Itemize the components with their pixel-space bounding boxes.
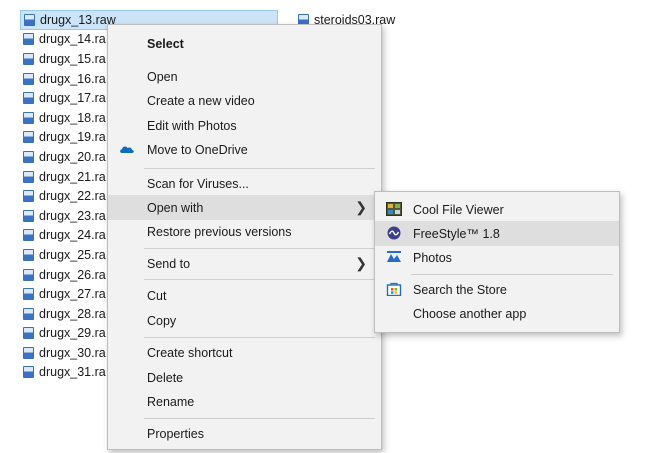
menu-item-label: Properties	[147, 426, 204, 441]
menu-item-label: Restore previous versions	[147, 224, 292, 239]
file-name: drugx_17.ra	[39, 91, 106, 106]
open-with-submenu: Cool File Viewer FreeStyle™ 1.8 Photos S…	[374, 191, 620, 333]
menu-item-label: Cut	[147, 288, 167, 303]
raw-file-icon	[23, 209, 34, 222]
submenu-item-photos[interactable]: Photos	[375, 245, 619, 270]
onedrive-cloud-icon	[120, 146, 134, 153]
raw-file-icon	[23, 72, 34, 85]
menu-item-label: Create a new video	[147, 93, 255, 108]
menu-item-label: Select	[147, 36, 184, 51]
raw-file-icon	[23, 52, 34, 65]
menu-item-move-onedrive[interactable]: Move to OneDrive	[108, 137, 381, 162]
store-icon	[386, 282, 402, 296]
cool-file-viewer-icon	[386, 202, 402, 216]
file-name: drugx_25.ra	[39, 247, 106, 262]
file-name: drugx_15.ra	[39, 51, 106, 66]
menu-separator	[144, 168, 375, 169]
menu-separator	[144, 248, 375, 249]
submenu-item-label: Choose another app	[413, 306, 527, 321]
menu-item-create-video[interactable]: Create a new video	[108, 88, 381, 113]
submenu-item-label: FreeStyle™ 1.8	[413, 226, 500, 241]
raw-file-icon	[23, 33, 34, 46]
raw-file-icon	[23, 307, 34, 320]
raw-file-icon	[23, 170, 34, 183]
raw-file-icon	[24, 13, 35, 26]
menu-separator	[411, 274, 613, 275]
submenu-item-freestyle[interactable]: FreeStyle™ 1.8	[375, 221, 619, 246]
file-name: drugx_28.ra	[39, 306, 106, 321]
submenu-item-search-store[interactable]: Search the Store	[375, 277, 619, 302]
file-name: drugx_13.raw	[40, 12, 116, 27]
menu-item-edit-photos[interactable]: Edit with Photos	[108, 113, 381, 138]
menu-item-label: Send to	[147, 256, 191, 271]
menu-item-label: Edit with Photos	[147, 118, 237, 133]
menu-item-create-shortcut[interactable]: Create shortcut	[108, 340, 381, 365]
raw-file-icon	[23, 190, 34, 203]
raw-file-icon	[23, 248, 34, 261]
menu-item-label: Move to OneDrive	[147, 142, 248, 157]
menu-item-select[interactable]: Select	[108, 31, 381, 56]
menu-item-properties[interactable]: Properties	[108, 421, 381, 446]
file-name: drugx_16.ra	[39, 71, 106, 86]
raw-file-icon	[23, 92, 34, 105]
file-name: drugx_22.ra	[39, 189, 106, 204]
file-name: drugx_27.ra	[39, 287, 106, 302]
menu-item-rename[interactable]: Rename	[108, 389, 381, 414]
photos-icon	[387, 251, 401, 262]
menu-item-label: Rename	[147, 394, 195, 409]
freestyle-icon	[387, 226, 401, 240]
submenu-item-cool-file-viewer[interactable]: Cool File Viewer	[375, 197, 619, 222]
file-name: drugx_26.ra	[39, 267, 106, 282]
raw-file-icon	[23, 150, 34, 163]
chevron-right-icon: ❯	[355, 199, 367, 215]
raw-file-icon	[23, 229, 34, 242]
menu-separator	[144, 337, 375, 338]
file-name: drugx_23.ra	[39, 208, 106, 223]
raw-file-icon	[23, 111, 34, 124]
menu-separator	[144, 279, 375, 280]
file-name: drugx_21.ra	[39, 169, 106, 184]
menu-item-label: Copy	[147, 313, 177, 328]
file-name: drugx_14.ra	[39, 32, 106, 47]
raw-file-icon	[23, 346, 34, 359]
file-name: drugx_30.ra	[39, 345, 106, 360]
raw-file-icon	[23, 327, 34, 340]
file-name: drugx_24.ra	[39, 228, 106, 243]
raw-file-icon	[23, 366, 34, 379]
submenu-item-label: Search the Store	[413, 282, 507, 297]
menu-item-open[interactable]: Open	[108, 64, 381, 89]
file-name: drugx_29.ra	[39, 326, 106, 341]
menu-item-copy[interactable]: Copy	[108, 308, 381, 333]
menu-item-label: Create shortcut	[147, 345, 233, 360]
menu-item-label: Scan for Viruses...	[147, 176, 249, 191]
submenu-item-label: Photos	[413, 250, 452, 265]
context-menu: Select Open Create a new video Edit with…	[107, 24, 382, 450]
submenu-item-label: Cool File Viewer	[413, 202, 504, 217]
raw-file-icon	[23, 288, 34, 301]
file-name: drugx_31.ra	[39, 365, 106, 380]
raw-file-icon	[23, 131, 34, 144]
submenu-item-choose-app[interactable]: Choose another app	[375, 301, 619, 326]
menu-item-restore-versions[interactable]: Restore previous versions	[108, 219, 381, 244]
chevron-right-icon: ❯	[355, 255, 367, 271]
menu-item-label: Open	[147, 69, 178, 84]
file-name: drugx_18.ra	[39, 110, 106, 125]
file-name: drugx_20.ra	[39, 149, 106, 164]
menu-item-label: Delete	[147, 370, 184, 385]
raw-file-icon	[23, 268, 34, 281]
menu-item-delete[interactable]: Delete	[108, 365, 381, 390]
menu-item-open-with[interactable]: Open with ❯	[108, 195, 381, 220]
menu-item-send-to[interactable]: Send to ❯	[108, 251, 381, 276]
menu-item-cut[interactable]: Cut	[108, 283, 381, 308]
file-name: drugx_19.ra	[39, 130, 106, 145]
menu-item-scan-viruses[interactable]: Scan for Viruses...	[108, 171, 381, 196]
menu-separator	[144, 418, 375, 419]
menu-item-label: Open with	[147, 200, 204, 215]
